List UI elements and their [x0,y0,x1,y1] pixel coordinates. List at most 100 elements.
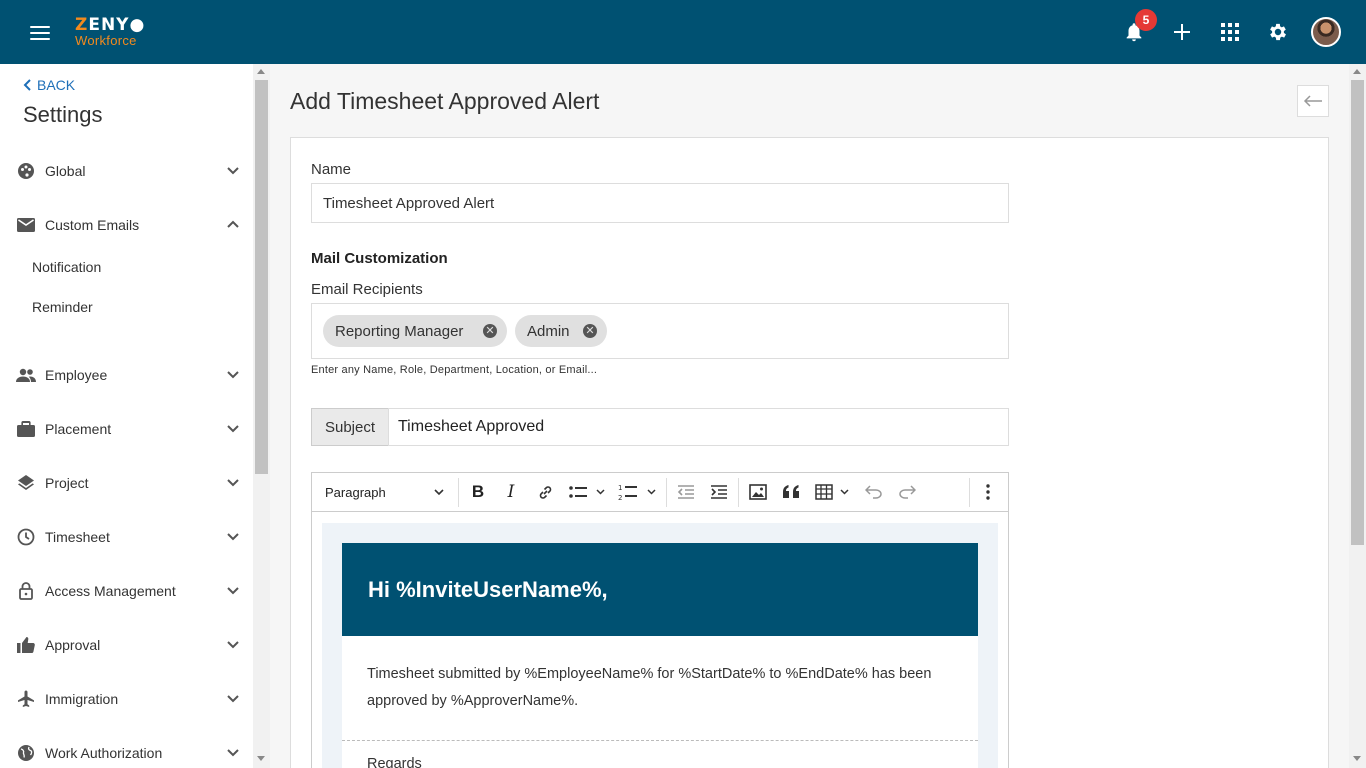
sidebar-item-timesheet[interactable]: Timesheet [0,519,253,555]
gear-icon[interactable] [1266,20,1290,44]
main-scrollbar[interactable] [1349,64,1366,768]
sidebar-item-label: Work Authorization [45,745,163,761]
sidebar-item-access-management[interactable]: Access Management [0,573,253,609]
table-icon[interactable] [815,481,853,503]
back-label: BACK [37,77,76,93]
editor-toolbar: Paragraph B I 12 [312,473,1008,512]
sidebar-item-label: Approval [45,637,101,653]
add-icon[interactable] [1170,20,1194,44]
briefcase-icon [16,419,36,439]
indent-icon[interactable] [708,481,730,503]
sidebar-item-approval[interactable]: Approval [0,627,253,663]
scroll-up-arrow[interactable] [257,69,265,74]
bulleted-list-icon[interactable] [568,481,608,503]
redo-icon[interactable] [896,481,918,503]
sidebar-item-work-authorization[interactable]: Work Authorization [0,735,253,768]
link-icon[interactable] [534,481,556,503]
sidebar-subitem-reminder[interactable]: Reminder [32,299,93,315]
clock-icon [16,527,36,547]
recipient-chip: Admin ✕ [515,315,607,347]
email-recipients-label: Email Recipients [311,281,423,298]
chevron-up-icon [227,220,239,228]
globe-icon [16,743,36,763]
notification-count-badge: 5 [1135,9,1157,31]
back-link[interactable]: BACK [23,77,75,93]
chevron-down-icon [227,641,239,649]
chevron-down-icon [227,479,239,487]
chevron-left-icon [23,79,31,91]
thumbs-up-icon [16,635,36,655]
blockquote-icon[interactable] [781,481,803,503]
remove-chip-icon[interactable]: ✕ [583,324,597,338]
sidebar-item-label: Placement [45,421,112,437]
name-input[interactable]: Timesheet Approved Alert [311,183,1009,223]
scrollbar-thumb[interactable] [255,80,268,474]
back-button[interactable] [1297,85,1329,117]
subject-input[interactable]: Timesheet Approved [388,408,1009,446]
block-format-dropdown[interactable]: Paragraph [325,485,386,500]
undo-icon[interactable] [863,481,885,503]
chevron-down-icon [227,167,239,175]
logo[interactable]: ZENY● Workforce [75,15,146,48]
recipients-hint: Enter any Name, Role, Department, Locati… [311,364,598,376]
sidebar-item-employee[interactable]: Employee [0,357,253,393]
scroll-up-arrow[interactable] [1353,69,1361,74]
numbered-list-icon[interactable]: 12 [618,481,660,503]
outdent-icon[interactable] [675,481,697,503]
people-icon [16,365,36,385]
more-options-icon[interactable] [978,481,998,503]
scroll-down-arrow[interactable] [257,756,265,761]
svg-text:1: 1 [618,484,622,492]
toolbar-divider [458,478,459,507]
scroll-down-arrow[interactable] [1353,756,1361,761]
sidebar-item-label: Employee [45,367,108,383]
sidebar-item-label: Timesheet [45,529,110,545]
airplane-icon [16,689,36,709]
menu-icon[interactable] [30,26,50,40]
recipient-chip-label: Admin [527,322,570,340]
toolbar-divider [666,478,667,507]
rich-text-editor[interactable]: Paragraph B I 12 Hi %InviteUserName%, Ti… [311,472,1009,768]
sidebar-item-placement[interactable]: Placement [0,411,253,447]
remove-chip-icon[interactable]: ✕ [483,324,497,338]
sidebar-item-label: Custom Emails [45,217,140,233]
italic-icon[interactable]: I [501,481,521,503]
recipient-chip-label: Reporting Manager [335,322,464,340]
svg-text:2: 2 [618,494,622,501]
layers-icon [16,473,36,493]
email-icon [16,215,36,235]
logo-wordmark: ZENY● [75,15,146,35]
chevron-down-icon [227,587,239,595]
sidebar-item-immigration[interactable]: Immigration [0,681,253,717]
sidebar-subitem-notification[interactable]: Notification [32,259,101,275]
top-app-bar: ZENY● Workforce 5 [0,0,1366,64]
chevron-down-icon [227,749,239,757]
mail-customization-heading: Mail Customization [311,250,448,267]
logo-subtitle: Workforce [75,33,137,48]
page-title: Add Timesheet Approved Alert [290,88,600,114]
email-message: Timesheet submitted by %EmployeeName% fo… [367,666,932,709]
settings-sidebar: BACK Settings Global Custom Emails Notif… [0,64,253,768]
sidebar-item-label: Access Management [45,583,176,599]
chevron-down-icon [227,533,239,541]
image-icon[interactable] [747,481,769,503]
email-greeting: Hi %InviteUserName%, [342,543,978,636]
email-closing: Regards [367,756,422,768]
sidebar-item-custom-emails[interactable]: Custom Emails [0,207,253,243]
toolbar-divider [969,478,970,507]
recipient-chip: Reporting Manager ✕ [323,315,507,347]
scrollbar-thumb[interactable] [1351,80,1364,545]
email-divider [342,740,978,741]
toolbar-divider [738,478,739,507]
chevron-down-icon [227,695,239,703]
sidebar-item-label: Immigration [45,691,119,707]
user-avatar[interactable] [1311,17,1341,47]
sidebar-scrollbar[interactable] [253,64,270,768]
sidebar-item-label: Global [45,163,86,179]
bold-icon[interactable]: B [468,481,488,503]
apps-grid-icon[interactable] [1218,20,1242,44]
subject-label: Subject [311,408,389,446]
sidebar-item-global[interactable]: Global [0,153,253,189]
name-label: Name [311,161,352,178]
sidebar-item-project[interactable]: Project [0,465,253,501]
